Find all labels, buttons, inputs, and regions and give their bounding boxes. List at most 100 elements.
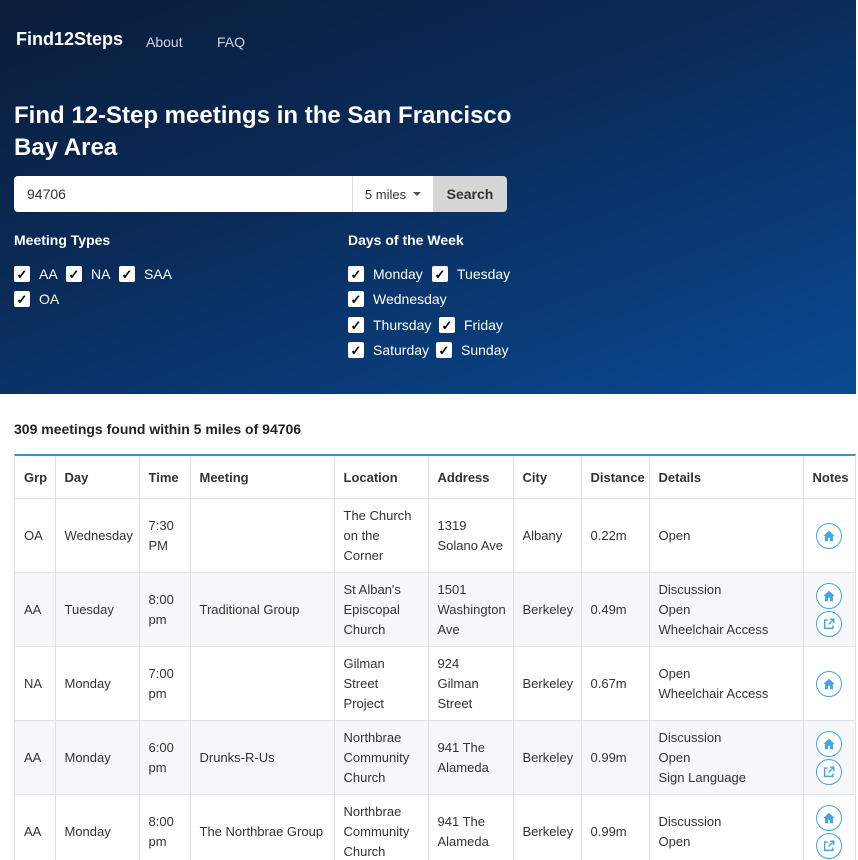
cell-day: Monday xyxy=(55,647,139,721)
day-checkbox-saturday[interactable]: ✓ Saturday xyxy=(348,342,429,358)
external-link-icon xyxy=(822,617,836,631)
column-header[interactable]: City xyxy=(513,456,581,499)
cell-city: Berkeley xyxy=(513,721,581,795)
column-header[interactable]: Day xyxy=(55,456,139,499)
cell-details: OpenWheelchair Access xyxy=(649,647,803,721)
cell-grp: NA xyxy=(15,647,55,721)
day-checkbox-sunday[interactable]: ✓ Sunday xyxy=(436,342,508,358)
cell-grp: AA xyxy=(15,795,55,860)
external-link-icon xyxy=(822,765,836,779)
home-icon xyxy=(822,811,836,825)
cell-grp: AA xyxy=(15,721,55,795)
chevron-down-icon xyxy=(413,192,421,196)
cell-distance: 0.22m xyxy=(581,499,649,573)
column-header[interactable]: Address xyxy=(428,456,513,499)
external-link-button[interactable] xyxy=(816,759,842,785)
external-link-icon xyxy=(822,839,836,853)
day-checkbox-monday[interactable]: ✓ Monday xyxy=(348,266,423,282)
column-header[interactable]: Meeting xyxy=(190,456,334,499)
column-header[interactable]: Details xyxy=(649,456,803,499)
checkmark-icon: ✓ xyxy=(432,266,448,282)
home-button[interactable] xyxy=(816,731,842,757)
nav-about-link[interactable]: About xyxy=(146,34,183,50)
cell-address: 1319 Solano Ave xyxy=(428,499,513,573)
day-checkbox-tuesday[interactable]: ✓ Tuesday xyxy=(432,266,510,282)
home-button[interactable] xyxy=(816,523,842,549)
cell-details: Open xyxy=(649,499,803,573)
cell-grp: AA xyxy=(15,573,55,647)
day-checkbox-friday[interactable]: ✓ Friday xyxy=(439,317,503,333)
cell-day: Monday xyxy=(55,721,139,795)
checkmark-icon: ✓ xyxy=(436,342,452,358)
checkmark-icon: ✓ xyxy=(119,266,135,282)
cell-distance: 0.99m xyxy=(581,721,649,795)
detail-tag: Discussion xyxy=(659,580,794,600)
column-header[interactable]: Notes xyxy=(803,456,855,499)
detail-tag: Open xyxy=(659,600,794,620)
home-button[interactable] xyxy=(816,805,842,831)
day-label: Thursday xyxy=(373,317,431,333)
search-button[interactable]: Search xyxy=(433,176,507,212)
day-label: Monday xyxy=(373,266,423,282)
cell-address: 941 The Alameda xyxy=(428,795,513,860)
home-button[interactable] xyxy=(816,583,842,609)
day-label: Friday xyxy=(464,317,503,333)
home-icon xyxy=(822,589,836,603)
cell-city: Berkeley xyxy=(513,795,581,860)
type-checkbox-na[interactable]: ✓ NA xyxy=(66,266,110,282)
cell-details: DiscussionOpen xyxy=(649,795,803,860)
detail-tag: Wheelchair Access xyxy=(659,620,794,640)
cell-meeting: Traditional Group xyxy=(190,573,334,647)
cell-location: Gilman Street Project xyxy=(334,647,428,721)
cell-distance: 0.49m xyxy=(581,573,649,647)
detail-tag: Open xyxy=(659,526,794,546)
radius-select[interactable]: 5 miles xyxy=(352,176,433,212)
checkmark-icon: ✓ xyxy=(348,291,364,307)
cell-location: Northbrae Community Church xyxy=(334,795,428,860)
column-header[interactable]: Location xyxy=(334,456,428,499)
type-checkbox-oa[interactable]: ✓ OA xyxy=(14,291,59,307)
meeting-types-title: Meeting Types xyxy=(14,232,110,248)
nav-faq-link[interactable]: FAQ xyxy=(217,34,245,50)
checkmark-icon: ✓ xyxy=(439,317,455,333)
day-label: Sunday xyxy=(461,342,508,358)
checkmark-icon: ✓ xyxy=(348,342,364,358)
day-label: Tuesday xyxy=(457,266,510,282)
radius-select-value: 5 miles xyxy=(365,187,406,202)
cell-meeting xyxy=(190,499,334,573)
day-checkbox-wednesday[interactable]: ✓ Wednesday xyxy=(348,291,447,307)
detail-tag: Wheelchair Access xyxy=(659,684,794,704)
external-link-button[interactable] xyxy=(816,611,842,637)
cell-meeting: Drunks-R-Us xyxy=(190,721,334,795)
checkmark-icon: ✓ xyxy=(14,266,30,282)
cell-city: Berkeley xyxy=(513,573,581,647)
cell-time: 8:00 pm xyxy=(139,795,190,860)
day-checkbox-thursday[interactable]: ✓ Thursday xyxy=(348,317,431,333)
checkmark-icon: ✓ xyxy=(14,291,30,307)
cell-details: DiscussionOpenWheelchair Access xyxy=(649,573,803,647)
zip-search-input[interactable] xyxy=(14,176,352,212)
type-checkbox-saa[interactable]: ✓ SAA xyxy=(119,266,172,282)
checkmark-icon: ✓ xyxy=(66,266,82,282)
column-header[interactable]: Grp xyxy=(15,456,55,499)
cell-location: The Church on the Corner xyxy=(334,499,428,573)
cell-day: Monday xyxy=(55,795,139,860)
type-checkbox-aa[interactable]: ✓ AA xyxy=(14,266,58,282)
cell-time: 7:30 PM xyxy=(139,499,190,573)
home-icon xyxy=(822,737,836,751)
day-label: Saturday xyxy=(373,342,429,358)
detail-tag: Open xyxy=(659,832,794,852)
home-button[interactable] xyxy=(816,671,842,697)
table-header-row: Grp Day Time Meeting Location Address Ci… xyxy=(15,456,855,499)
column-header[interactable]: Distance xyxy=(581,456,649,499)
detail-tag: Open xyxy=(659,664,794,684)
brand-logo[interactable]: Find12Steps xyxy=(16,29,123,50)
external-link-button[interactable] xyxy=(816,833,842,859)
column-header[interactable]: Time xyxy=(139,456,190,499)
table-row: NAMonday7:00 pmGilman Street Project924 … xyxy=(15,647,855,721)
cell-meeting: The Northbrae Group xyxy=(190,795,334,860)
type-label: NA xyxy=(91,266,110,282)
cell-distance: 0.99m xyxy=(581,795,649,860)
cell-location: St Alban's Episcopal Church xyxy=(334,573,428,647)
home-icon xyxy=(822,529,836,543)
